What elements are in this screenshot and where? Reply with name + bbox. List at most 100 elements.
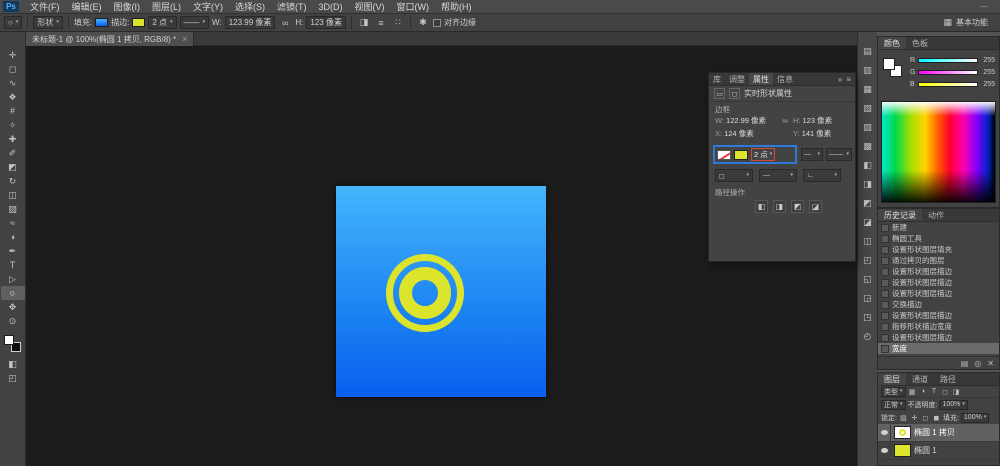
fill-color-swatch[interactable] [95,18,108,27]
tab-color[interactable]: 颜色 [878,37,906,49]
stroke-align-dropdown[interactable]: ◻ ▾ [715,169,753,182]
layer-row-ellipse-1-copy[interactable]: 椭圆 1 拷贝 [878,424,999,442]
dock-panel-icon-3[interactable]: ▦ [862,84,874,95]
dock-panel-icon-11[interactable]: ◫ [862,236,874,247]
dock-panel-icon-4[interactable]: ▧ [862,103,874,114]
layer-thumbnail[interactable] [894,444,911,457]
lock-pixels-icon[interactable]: ◻ [921,414,930,422]
layer-thumbnail[interactable] [894,426,911,439]
visibility-cell[interactable] [878,442,891,459]
dock-panel-icon-6[interactable]: ▩ [862,141,874,152]
marquee-tool[interactable]: ◻ [1,62,25,76]
stroke-caps-dropdown[interactable]: — ▾ [759,169,797,182]
eraser-tool[interactable]: ◫ [1,188,25,202]
dock-panel-icon-5[interactable]: ▨ [862,122,874,133]
close-icon[interactable]: × [182,34,187,44]
dodge-tool[interactable]: ◑ [1,230,25,244]
foreground-color-swatch[interactable] [4,335,14,345]
blend-mode-select[interactable]: 正常 ▾ [881,400,906,410]
history-item[interactable]: 拖移形状描边宽度 [878,321,999,332]
x-value[interactable]: 124 像素 [724,128,754,139]
fill-field[interactable]: 100% ▾ [961,413,989,423]
pen-tool[interactable]: ✒ [1,244,25,258]
no-fill-swatch[interactable] [717,150,731,160]
tab-actions[interactable]: 动作 [922,209,950,221]
dock-panel-icon-16[interactable]: ◴ [862,331,874,342]
history-item[interactable]: 新建 [878,222,999,233]
lasso-tool[interactable]: ∿ [1,76,25,90]
filter-type-layers-icon[interactable]: T [930,388,939,395]
path-alignment-icon[interactable]: ≡ [374,16,388,29]
window-minimize-icon[interactable]: — [980,2,988,11]
history-item[interactable]: 设置形状图层描边 [878,332,999,343]
layer-filter-type-select[interactable]: 类型 ▾ [881,387,906,397]
document-artboard[interactable] [336,186,546,397]
quick-mask-button[interactable]: ◧ [1,357,25,371]
dock-panel-icon-12[interactable]: ◰ [862,255,874,266]
filter-shape-layers-icon[interactable]: ◻ [941,388,950,396]
tab-swatches[interactable]: 色板 [906,37,934,49]
menu-help[interactable]: 帮助(H) [435,0,478,14]
clone-stamp-tool[interactable]: ◩ [1,160,25,174]
screen-mode-button[interactable]: ◰ [1,371,25,385]
gear-icon[interactable]: ✱ [416,16,430,29]
height-value[interactable]: 123 像素 [803,115,833,126]
history-item-selected[interactable]: 宽度 [878,343,999,354]
subtract-shape-icon[interactable]: ◨ [773,200,786,213]
dock-panel-icon-10[interactable]: ◪ [862,217,874,228]
tab-layers[interactable]: 图层 [878,373,906,385]
filter-pixel-layers-icon[interactable]: ▦ [908,388,917,396]
healing-brush-tool[interactable]: ✚ [1,132,25,146]
menu-window[interactable]: 窗口(W) [391,0,436,14]
ellipse-tool[interactable]: ○ [1,286,25,300]
menu-view[interactable]: 视图(V) [349,0,391,14]
menu-type[interactable]: 文字(Y) [187,0,229,14]
path-selection-tool[interactable]: ▷ [1,272,25,286]
history-item[interactable]: 设置形状图层描边 [878,288,999,299]
dock-panel-icon-2[interactable]: ▥ [862,65,874,76]
tab-adjustments[interactable]: 调整 [725,73,749,85]
link-dimensions-icon[interactable]: ∞ [779,116,791,125]
menu-filter[interactable]: 滤镜(T) [271,0,313,14]
history-item[interactable]: 交换描边 [878,299,999,310]
new-snapshot-icon[interactable]: ◎ [974,359,981,368]
dock-panel-icon-14[interactable]: ◲ [862,293,874,304]
gradient-tool[interactable]: ▧ [1,202,25,216]
red-value[interactable]: 255 [981,57,995,64]
green-value[interactable]: 255 [981,69,995,76]
blur-tool[interactable]: ≈ [1,216,25,230]
stroke-corners-dropdown[interactable]: ∟ ▾ [803,169,841,182]
menu-image[interactable]: 图像(I) [108,0,147,14]
quick-selection-tool[interactable]: ❖ [1,90,25,104]
tool-mode-select[interactable]: 形状 ▾ [33,16,63,29]
path-arrangement-icon[interactable]: ∷ [391,16,405,29]
tool-preset-dropdown[interactable]: ○ ▾ [4,16,22,29]
filter-smart-objects-icon[interactable]: ◨ [952,388,961,396]
layer-row-ellipse-1[interactable]: 椭圆 1 [878,442,999,460]
menu-file[interactable]: 文件(F) [24,0,66,14]
lock-all-icon[interactable]: ◼ [932,414,941,422]
hand-tool[interactable]: ✥ [1,300,25,314]
tab-properties[interactable]: 属性 [749,73,773,85]
link-dimensions-icon[interactable]: ∞ [278,16,292,29]
color-spectrum-ramp[interactable] [881,101,996,203]
foreground-color-swatch[interactable] [883,58,895,70]
history-item[interactable]: 设置形状图层描边 [878,266,999,277]
delete-state-icon[interactable]: ✕ [987,359,994,368]
red-slider[interactable] [918,58,978,63]
stroke-width-field[interactable]: 2 点 ▾ [751,148,775,161]
tab-channels[interactable]: 通道 [906,373,934,385]
path-operations-icon[interactable]: ◨ [357,16,371,29]
exclude-shape-icon[interactable]: ◪ [809,200,822,213]
lock-position-icon[interactable]: ✛ [910,414,919,422]
combine-shapes-icon[interactable]: ◧ [755,200,768,213]
dock-panel-icon-8[interactable]: ◨ [862,179,874,190]
width-value[interactable]: 122.99 像素 [726,115,766,126]
align-edges-checkbox[interactable] [433,19,441,27]
history-item[interactable]: 设置形状图层填充 [878,244,999,255]
blue-slider[interactable] [918,82,978,87]
history-item[interactable]: 设置形状图层描边 [878,310,999,321]
stroke-style-dropdown[interactable]: — ▾ [801,148,823,161]
type-tool[interactable]: T [1,258,25,272]
opacity-field[interactable]: 100% ▾ [939,400,967,410]
